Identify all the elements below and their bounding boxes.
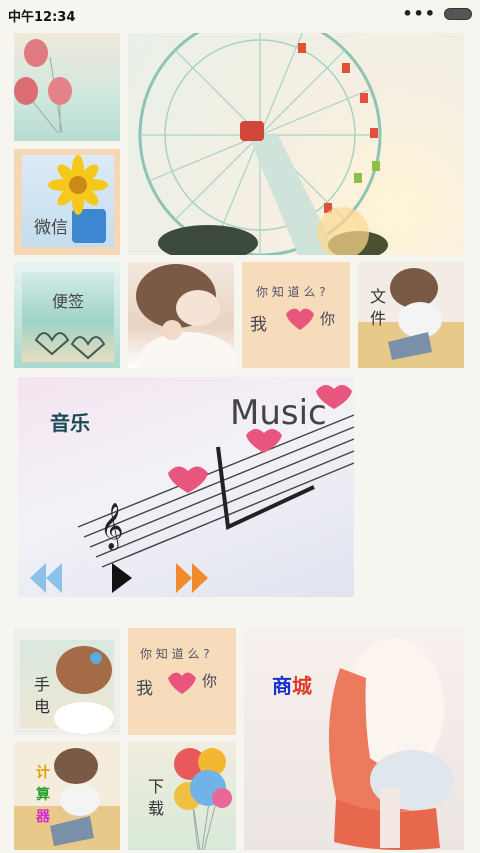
tile-girl-photo[interactable] (128, 262, 234, 368)
xiazai-balloons-icon (174, 748, 232, 850)
balloons-icon (14, 39, 72, 134)
jisuanqi-char-2: 算 (36, 787, 50, 803)
tile-love-note-2[interactable]: 你 知 道 么 ? 我 你 (128, 628, 236, 735)
shangcheng-chair-icon (328, 638, 454, 850)
wenjian-label: 文 件 (370, 286, 386, 330)
previous-icon[interactable] (28, 561, 64, 595)
battery-icon (444, 8, 472, 20)
svg-text:你 知 道 么 ?: 你 知 道 么 ? (140, 647, 210, 661)
play-icon[interactable] (110, 561, 134, 595)
tile-balloons[interactable] (14, 33, 120, 141)
more-dots-icon: ••• (402, 4, 436, 23)
girl-photo-icon (136, 264, 234, 368)
svg-text:你: 你 (320, 310, 335, 328)
tile-wenjian[interactable]: 文 件 (358, 262, 464, 368)
svg-text:你: 你 (202, 672, 217, 690)
tile-bianqian[interactable]: 便签 (14, 262, 120, 368)
shoudian-char-1: 手 (34, 675, 51, 694)
xiazai-label: 下 载 (148, 776, 164, 820)
shoudian-label: 手 电 (34, 674, 50, 718)
jisuanqi-char-1: 计 (36, 765, 50, 781)
music-word: Music (230, 393, 327, 433)
wenjian-char-2: 件 (370, 309, 387, 328)
tile-ferris-wheel[interactable] (128, 33, 464, 255)
tile-shangcheng[interactable]: 商城 (244, 628, 464, 850)
svg-text:你 知 道 么 ?: 你 知 道 么 ? (256, 285, 326, 299)
tile-jisuanqi[interactable]: 计 算 器 (14, 742, 120, 850)
wenjian-char-1: 文 (370, 287, 387, 306)
sunflower-icon (48, 155, 108, 243)
svg-text:我: 我 (250, 315, 267, 335)
xiazai-char-1: 下 (148, 777, 165, 796)
love-note-2-icon: 你 知 道 么 ? 我 你 (136, 647, 217, 699)
status-bar: 中午12:34 ••• (0, 0, 480, 28)
status-time: 中午12:34 (8, 10, 76, 25)
xiazai-char-2: 载 (148, 799, 165, 818)
weixin-label: 微信 (34, 218, 68, 238)
tile-weixin[interactable]: 微信 (14, 149, 120, 255)
shangcheng-text: 商城 (272, 674, 312, 698)
chain-hearts-icon (34, 332, 106, 360)
svg-text:𝄞: 𝄞 (100, 503, 124, 551)
jisuanqi-girl-icon (14, 748, 120, 850)
tile-shoudian[interactable]: 手 电 (14, 628, 120, 735)
shangcheng-label: 商城 (272, 670, 312, 699)
ferris-wheel-icon (138, 33, 388, 255)
next-icon[interactable] (174, 561, 210, 595)
tile-music[interactable]: 𝄞 音乐 Music (18, 377, 354, 597)
jisuanqi-char-3: 器 (36, 809, 50, 825)
tile-xiazai[interactable]: 下 载 (128, 742, 236, 850)
bianqian-label: 便签 (52, 292, 85, 311)
jisuanqi-label: 计 算 器 (36, 762, 52, 828)
music-label: 音乐 (50, 411, 90, 435)
shoudian-girl-icon (54, 646, 114, 734)
svg-text:我: 我 (136, 679, 153, 699)
shoudian-char-2: 电 (34, 697, 51, 716)
love-note-icon: 你 知 道 么 ? 我 你 (250, 285, 335, 335)
tile-love-note-1[interactable]: 你 知 道 么 ? 我 你 (242, 262, 350, 368)
